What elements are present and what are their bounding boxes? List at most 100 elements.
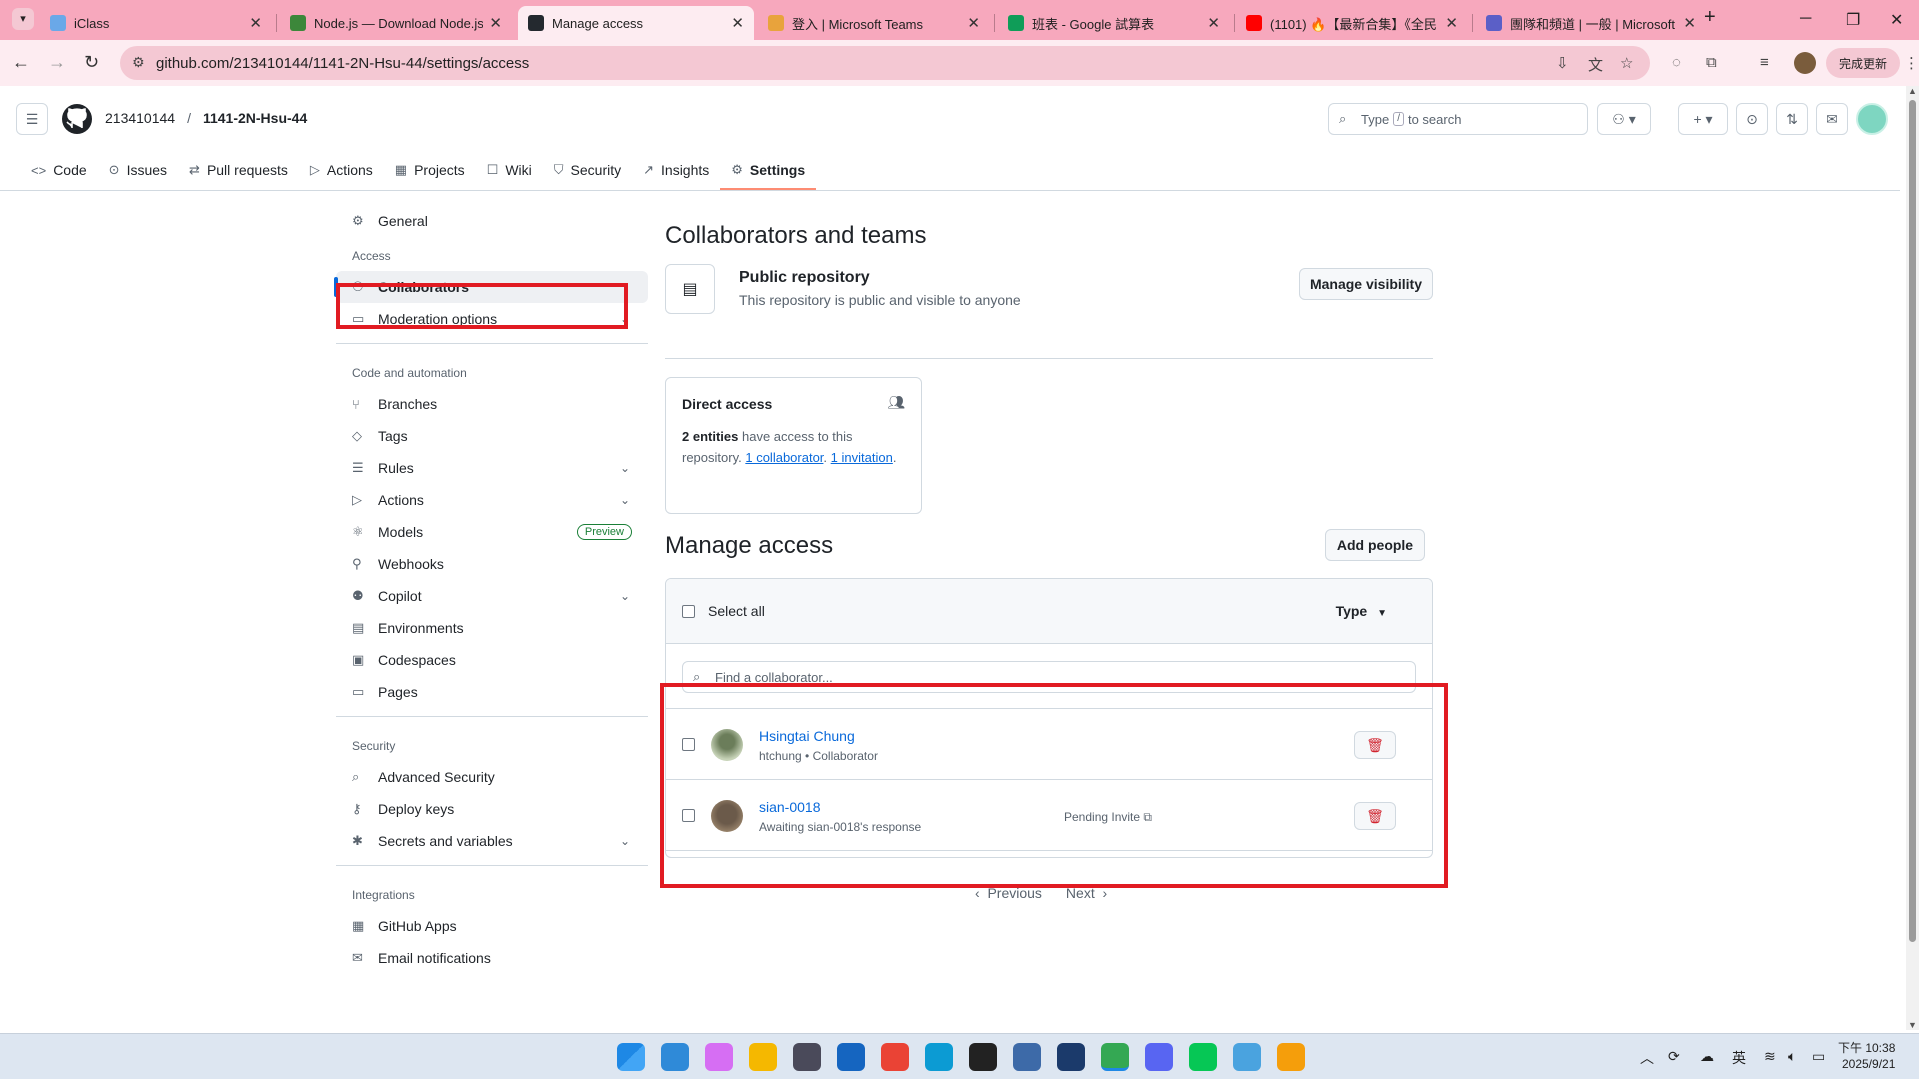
browser-tab[interactable]: Node.js — Download Node.js ✕	[280, 6, 512, 40]
tab-issues[interactable]: ⊙ Issues	[98, 150, 178, 190]
browser-tab[interactable]: 登入 | Microsoft Teams ✕	[758, 6, 990, 40]
sidebar-item-general[interactable]: ⚙ General	[336, 205, 648, 237]
sidebar-item-secrets-and-variables[interactable]: ✱ Secrets and variables ⌄	[336, 825, 648, 857]
close-tab-icon[interactable]: ✕	[1207, 14, 1220, 32]
new-tab-icon[interactable]: +	[1704, 6, 1716, 29]
sidebar-item-rules[interactable]: ☰ Rules ⌄	[336, 452, 648, 484]
close-tab-icon[interactable]: ✕	[249, 14, 262, 32]
sidebar-item-branches[interactable]: ⑂ Branches	[336, 388, 648, 420]
scroll-down-icon[interactable]: ▼	[1908, 1020, 1917, 1030]
repo-link[interactable]: 1141-2N-Hsu-44	[203, 110, 307, 126]
chrome-icon[interactable]	[881, 1043, 909, 1071]
sidebar-item-environments[interactable]: ▤ Environments	[336, 612, 648, 644]
close-tab-icon[interactable]: ✕	[967, 14, 980, 32]
terminal-icon[interactable]	[969, 1043, 997, 1071]
edge-icon[interactable]	[925, 1043, 953, 1071]
tab-wiki[interactable]: ☐ Wiki	[476, 150, 543, 190]
manage-visibility-button[interactable]: Manage visibility	[1299, 268, 1433, 300]
cloud-icon[interactable]: ☁	[1700, 1048, 1714, 1065]
copilot-button[interactable]: ⚇ ▾	[1597, 103, 1651, 135]
install-app-icon[interactable]: ⇩	[1556, 54, 1569, 72]
line-icon[interactable]	[1189, 1043, 1217, 1071]
site-info-icon[interactable]: ⚙	[132, 54, 145, 71]
bookmark-star-icon[interactable]: ☆	[1620, 54, 1633, 72]
sync-icon[interactable]: ⟳	[1668, 1048, 1680, 1065]
tab-projects[interactable]: ▦ Projects	[384, 150, 476, 190]
sidebar-item-github-apps[interactable]: ▦ GitHub Apps	[336, 910, 648, 942]
chevron-down-icon[interactable]: ⌄	[620, 493, 630, 507]
app-icon[interactable]	[1233, 1043, 1261, 1071]
app-icon[interactable]	[793, 1043, 821, 1071]
page-scrollbar[interactable]: ▲ ▼	[1906, 86, 1919, 1030]
sidebar-item-deploy-keys[interactable]: ⚷ Deploy keys	[336, 793, 648, 825]
sidebar-item-models[interactable]: ⚛ Models Preview	[336, 516, 648, 548]
github-logo-icon[interactable]	[61, 103, 93, 135]
vscode-icon[interactable]	[661, 1043, 689, 1071]
scrollbar-thumb[interactable]	[1909, 100, 1916, 942]
wifi-icon[interactable]: ≋	[1764, 1048, 1776, 1065]
create-new-button[interactable]: + ▾	[1678, 103, 1728, 135]
volume-icon[interactable]: 🔈︎	[1788, 1048, 1796, 1065]
tab-settings[interactable]: ⚙ Settings	[720, 150, 817, 190]
sidebar-item-tags[interactable]: ◇ Tags	[336, 420, 648, 452]
chevron-down-icon[interactable]: ⌄	[620, 589, 630, 603]
close-window-icon[interactable]: ✕	[1890, 10, 1903, 30]
invitation-link[interactable]: 1 invitation	[831, 450, 893, 465]
browser-tab[interactable]: 團隊和頻道 | 一般 | Microsoft T ✕	[1476, 6, 1706, 40]
forward-icon[interactable]: →	[48, 52, 66, 73]
issues-icon[interactable]: ⊙	[1736, 103, 1768, 135]
type-filter-button[interactable]: Type ▼	[1336, 603, 1387, 619]
inbox-icon[interactable]: ✉	[1816, 103, 1848, 135]
back-icon[interactable]: ←	[12, 52, 30, 73]
search-input[interactable]: ⌕ Type / to search	[1328, 103, 1588, 135]
close-tab-icon[interactable]: ✕	[1445, 14, 1458, 32]
battery-icon[interactable]: ▭	[1812, 1048, 1825, 1065]
tab-search-icon[interactable]: ▾	[12, 8, 34, 30]
copilot-app-icon[interactable]	[705, 1043, 733, 1071]
close-tab-icon[interactable]: ✕	[731, 14, 744, 32]
defender-icon[interactable]	[837, 1043, 865, 1071]
add-people-button[interactable]: Add people	[1325, 529, 1425, 561]
tab-insights[interactable]: ↗ Insights	[632, 150, 720, 190]
sidebar-item-copilot[interactable]: ⚉ Copilot ⌄	[336, 580, 648, 612]
chrome-active-icon[interactable]	[1101, 1043, 1129, 1071]
reload-icon[interactable]: ↻	[84, 52, 99, 73]
puzzle-icon[interactable]: ⧉	[1706, 54, 1717, 71]
browser-tab[interactable]: 班表 - Google 試算表 ✕	[998, 6, 1230, 40]
tray-chevron-icon[interactable]: ︿	[1640, 1048, 1654, 1068]
sidebar-item-actions[interactable]: ▷ Actions ⌄	[336, 484, 648, 516]
profile-avatar[interactable]	[1794, 52, 1816, 74]
close-tab-icon[interactable]: ✕	[1683, 14, 1696, 32]
owner-link[interactable]: 213410144	[105, 110, 175, 126]
sidebar-item-advanced-security[interactable]: ⌕ Advanced Security	[336, 761, 648, 793]
tab-security[interactable]: ⛉ Security	[543, 150, 632, 190]
minimize-icon[interactable]: ─	[1800, 10, 1811, 28]
user-avatar[interactable]	[1856, 103, 1888, 135]
tab-pull-requests[interactable]: ⇄ Pull requests	[178, 150, 299, 190]
collaborator-link[interactable]: 1 collaborator	[745, 450, 823, 465]
update-button[interactable]: 完成更新	[1826, 48, 1900, 78]
browser-tab[interactable]: Manage access ✕	[518, 6, 754, 40]
app-icon[interactable]	[1277, 1043, 1305, 1071]
tab-code[interactable]: <> Code	[20, 150, 98, 190]
select-all-checkbox[interactable]	[682, 604, 695, 618]
sidebar-item-pages[interactable]: ▭ Pages	[336, 676, 648, 708]
chevron-down-icon[interactable]: ⌄	[620, 834, 630, 848]
browser-tab[interactable]: (1101) 🔥【最新合集】《全民 ✕	[1236, 6, 1468, 40]
discord-icon[interactable]	[1145, 1043, 1173, 1071]
file-explorer-icon[interactable]	[749, 1043, 777, 1071]
address-bar[interactable]: ⚙ github.com/213410144/1141-2N-Hsu-44/se…	[120, 46, 1650, 80]
close-tab-icon[interactable]: ✕	[489, 14, 502, 32]
clock[interactable]: 下午 10:38 2025/9/21	[1838, 1040, 1895, 1072]
hamburger-menu-icon[interactable]: ☰	[16, 103, 48, 135]
tab-actions[interactable]: ▷ Actions	[299, 150, 384, 190]
media-icon[interactable]: ≡	[1760, 54, 1769, 71]
menu-kebab-icon[interactable]: ⋮	[1904, 54, 1919, 72]
restore-icon[interactable]: ❐	[1846, 10, 1860, 30]
sidebar-item-codespaces[interactable]: ▣ Codespaces	[336, 644, 648, 676]
extension-icon[interactable]: ◌	[1672, 54, 1681, 71]
browser-tab[interactable]: iClass ✕	[40, 6, 272, 40]
sidebar-item-email-notifications[interactable]: ✉ Email notifications	[336, 942, 648, 974]
ime-indicator[interactable]: 英	[1732, 1048, 1746, 1068]
translate-icon[interactable]: 文	[1588, 54, 1603, 75]
